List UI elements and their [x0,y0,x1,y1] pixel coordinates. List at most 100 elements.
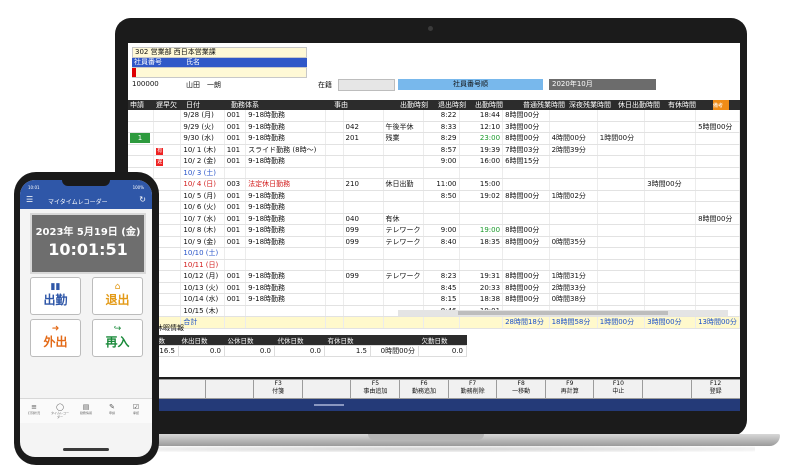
current-time: 10:01:51 [48,240,128,259]
function-key-blank-3[interactable] [301,379,352,399]
shift-cell: 9-18時勤務 [245,236,326,248]
shift-code-cell [224,305,247,317]
employee-number[interactable]: 100000 [132,80,159,88]
spacer-cell [325,213,344,225]
request-cell-badge: 1 [130,133,150,144]
table-row[interactable]: 10/ 6 (火) 001 9-18時勤務 [128,201,740,214]
app-title: マイタイムレコーダー [48,199,108,206]
date-cell: 10/ 4 (日) [180,178,225,191]
table-row[interactable]: 10/14 (水) 001 9-18時勤務 8:15 18:38 8時間00分 0時間38分 [128,293,740,306]
return-button[interactable]: ↪ 再入 [92,319,143,357]
late-early-cell-badge: 遅 [156,159,164,167]
table-row[interactable]: 10/10 (土) [128,247,740,260]
leave-header [370,335,419,346]
reason-cell [383,167,424,179]
spacer-cell [325,247,344,260]
clock-out-label: 退出 [105,293,130,307]
nav-approve[interactable]: ☑ 承認 [126,403,146,415]
in-time-cell: 8:23 [423,270,460,283]
work-time-cell: 8時間00分 [502,293,550,306]
out-time-cell [459,259,504,271]
overtime-cell: 4時間00分 [549,132,598,145]
department-label: 302 営業部 西日本営業課 [132,47,307,58]
date-cell: 10/15 (木) [180,305,225,317]
battery-level: 100% [132,185,144,190]
function-key-f6[interactable]: F6 勤務追加 [399,379,449,399]
spacer-cell [325,236,344,248]
shift-code-cell: 001 [224,224,247,237]
go-out-button[interactable]: ➜ 外出 [30,319,81,357]
table-row[interactable]: 10/ 7 (水) 001 9-18時勤務 040 有休 8時間00分 [128,213,740,225]
leave-header: 休出日数 [178,335,225,346]
table-row[interactable]: 9/29 (火) 001 9-18時勤務 042 午後半休 8:33 12:10 3時間00分… [128,121,740,133]
function-key-f8[interactable]: F8 一移動 [496,379,547,399]
clock-out-button[interactable]: ⌂ 退出 [92,277,143,315]
menu-icon[interactable]: ☰ [26,195,33,204]
laptop-notch [368,434,484,440]
function-key-f12[interactable]: F12 登録 [690,379,740,399]
out-time-cell: 19:31 [459,270,504,283]
function-key-f10[interactable]: F10 中止 [593,379,644,399]
function-key-f3[interactable]: F3 付箋 [253,379,304,399]
paid-leave-cell [695,282,740,294]
table-row[interactable]: 10/ 4 (日) 003 法定休日勤務 210 休日出勤 11:00 15:00 3時間00… [128,178,740,191]
table-row[interactable]: 10/13 (火) 001 9-18時勤務 8:45 20:33 8時間00分 2時間33分 [128,282,740,294]
table-row[interactable]: 1 9/30 (水) 001 9-18時勤務 201 残業 8:29 23:00 8時間00分 4… [128,132,740,145]
paid-leave-cell [695,293,740,306]
sort-by-emp-no-button[interactable]: 社員番号順 [398,79,543,90]
table-row[interactable]: 10/11 (日) [128,259,740,271]
work-time-cell [502,178,550,191]
table-row[interactable]: 9/28 (月) 001 9-18時勤務 8:22 18:44 8時間00分 [128,110,740,122]
leave-value: 1.5 [324,345,371,357]
date-cell: 10/ 3 (土) [180,167,225,179]
function-key-number: F6 [420,380,428,387]
in-time-cell [423,247,460,260]
horizontal-scrollbar[interactable] [398,310,728,316]
camera-dot [428,26,433,31]
clock-panel: 2023年 5月19日 (金) 10:01:51 [30,213,146,274]
table-row[interactable]: 遅 10/ 2 (金) 001 9-18時勤務 9:00 16:00 6時間15分 [128,155,740,168]
in-time-cell [423,201,460,214]
employee-header: 302 営業部 西日本営業課 社員番号 氏名 [132,47,307,78]
function-key-blank-0[interactable] [156,379,206,399]
table-row[interactable]: 10/12 (月) 001 9-18時勤務 099 テレワーク 8:23 19:31 8時間0… [128,270,740,283]
table-row[interactable]: 10/ 5 (月) 001 9-18時勤務 8:50 19:02 8時間00分 1時間02分 [128,190,740,202]
table-row[interactable]: 10/ 8 (木) 001 9-18時勤務 099 テレワーク 9:00 19:00 8時間0… [128,224,740,237]
paid-leave-cell [695,110,740,122]
home-icon: ⌂ [114,282,121,292]
spacer-cell [325,167,344,179]
in-time-cell: 8:29 [423,132,460,145]
table-row[interactable]: 10/ 3 (土) [128,167,740,179]
clock-in-button[interactable]: ▮▮ 出勤 [30,277,81,315]
nav-status[interactable]: ≡ 打刻状況 [24,403,44,415]
taskbar-indicator [314,404,344,406]
month-selector[interactable]: 2020年10月 [549,79,656,90]
function-key-blank-10[interactable] [642,379,692,399]
nav-apply[interactable]: ✎ 申請 [102,403,122,415]
refresh-icon[interactable]: ↻ [139,195,146,204]
holiday-cell [644,270,697,283]
table-row[interactable]: 有 10/ 1 (木) 101 スライド勤務 (8時～) 8:57 19:39 7時間03分… [128,144,740,156]
late-overtime-cell [597,201,646,214]
scrollbar-thumb[interactable] [458,311,668,315]
in-time-cell: 8:40 [423,236,460,248]
table-row[interactable]: 10/ 9 (金) 001 9-18時勤務 099 テレワーク 8:40 18:35 8時間0… [128,236,740,248]
late-early-cell [153,132,182,145]
function-key-f7[interactable]: F7 勤務削除 [447,379,498,399]
total-blank [245,316,326,329]
nav-recorder[interactable]: ◯ タイムレコーダー [50,403,70,419]
work-time-cell: 3時間00分 [502,121,550,133]
in-time-cell: 11:00 [423,178,460,191]
nav-work-info[interactable]: ▤ 勤務情報 [76,403,96,415]
leave-value: 0.0 [418,345,467,357]
reason-code-cell [343,259,384,271]
out-time-cell: 23:00 [459,132,504,145]
status-label: 在籍 [318,81,332,89]
function-key-label: 一移動 [512,388,531,395]
spacer-cell [325,155,344,168]
spacer-cell [325,201,344,214]
current-date: 2023年 5月19日 (金) [35,227,141,238]
function-key-blank-1[interactable] [204,379,255,399]
function-key-f9[interactable]: F9 再計算 [544,379,595,399]
function-key-f5[interactable]: F5 事由追加 [350,379,401,399]
